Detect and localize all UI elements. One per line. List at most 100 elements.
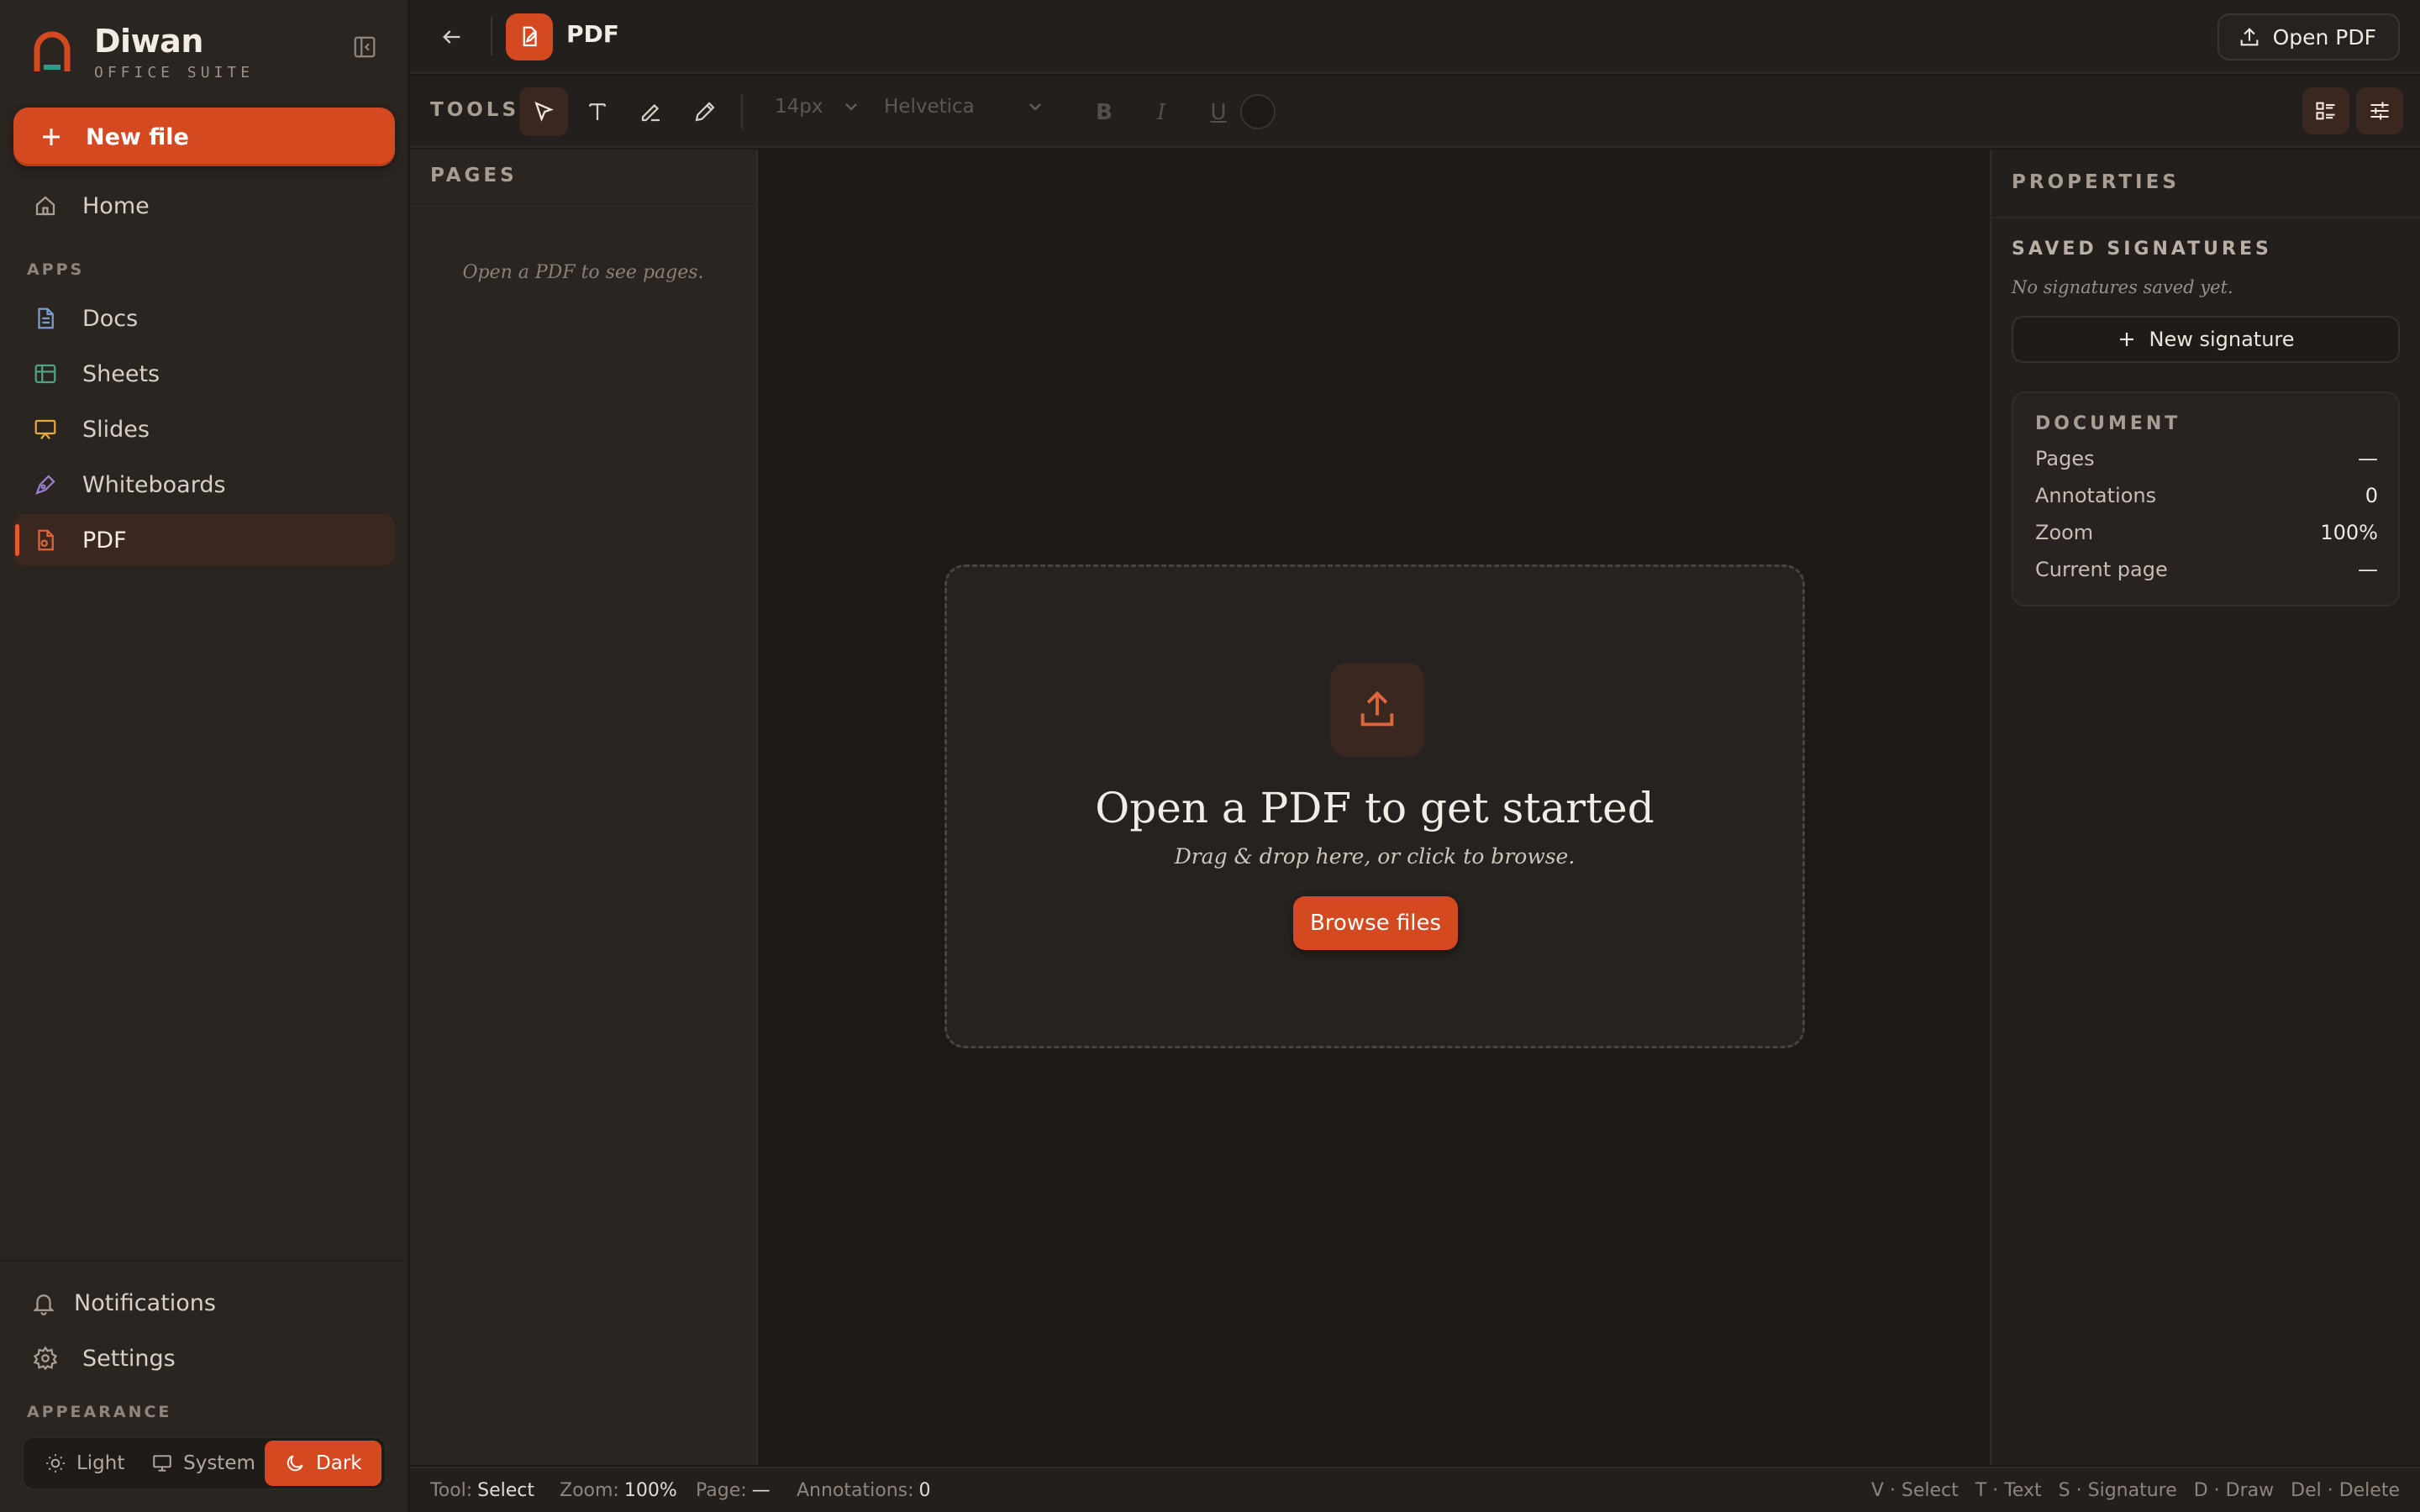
new-signature-label: New signature (2149, 328, 2295, 351)
sidebar-divider (0, 1260, 408, 1262)
list-layout-icon (2316, 102, 2335, 120)
collapse-sidebar-button[interactable] (348, 30, 381, 64)
sidebar-item-label: Home (82, 192, 150, 219)
font-size-select[interactable]: 14px (775, 96, 861, 118)
draw-tool-button[interactable] (681, 87, 729, 136)
sidebar-item-home[interactable]: Home (13, 180, 395, 232)
theme-light-option[interactable]: Light (27, 1441, 142, 1486)
upload-icon (1360, 690, 1394, 727)
new-file-button[interactable]: New file (13, 108, 395, 166)
tools-label: TOOLS (430, 99, 520, 121)
shortcut-signature: S · Signature (2058, 1480, 2177, 1501)
tools-toolbar: TOOLS 14px Helvetica B I U (410, 76, 2420, 148)
status-zoom-value: 100% (623, 1480, 677, 1501)
pdf-file-icon (32, 527, 59, 554)
font-family-select[interactable]: Helvetica (884, 96, 1045, 118)
sidebar-item-label: PDF (82, 527, 127, 554)
status-bar: Tool: Select Zoom: 100% Page: — Annotations… (410, 1467, 2420, 1512)
status-tool-value: Select (477, 1480, 535, 1501)
theme-switch: Light System Dark (22, 1436, 387, 1490)
chevron-down-icon (845, 103, 858, 111)
doc-row-current-page: Current page — (2035, 558, 2378, 581)
bold-button[interactable]: B (1087, 96, 1121, 129)
upload-icon-box (1330, 663, 1424, 757)
cursor-icon (534, 101, 554, 122)
text-tool-button[interactable] (573, 87, 622, 136)
underline-button[interactable]: U (1202, 96, 1235, 129)
open-pdf-button[interactable]: Open PDF (2217, 13, 2400, 60)
pdf-edit-icon (523, 26, 538, 47)
pages-panel-title: PAGES (430, 165, 518, 186)
doc-row-value: — (2358, 558, 2378, 581)
status-annotations: Annotations: 0 (797, 1480, 931, 1501)
shortcut-select: V · Select (1870, 1480, 1959, 1501)
text-color-picker[interactable] (1240, 94, 1276, 129)
signature-pen-icon (641, 103, 660, 122)
brand-name: Diwan (94, 23, 203, 60)
theme-dark-label: Dark (316, 1452, 362, 1474)
doc-row-value: — (2358, 447, 2378, 470)
appearance-section-label: APPEARANCE (27, 1403, 172, 1421)
status-tool: Tool: Select (430, 1480, 534, 1501)
font-family-value: Helvetica (884, 96, 975, 118)
new-signature-button[interactable]: New signature (2012, 316, 2400, 363)
pages-panel: PAGES Open a PDF to see pages. (410, 150, 758, 1465)
status-annotations-value: 0 (918, 1480, 931, 1501)
new-file-label: New file (86, 123, 189, 150)
doc-row-pages: Pages — (2035, 447, 2378, 470)
sidebar-item-label: Notifications (74, 1289, 216, 1316)
sidebar-item-label: Slides (82, 416, 150, 443)
browse-files-button[interactable]: Browse files (1293, 896, 1458, 950)
status-page: Page: — (696, 1480, 771, 1501)
select-tool-button[interactable] (519, 87, 568, 136)
theme-system-option[interactable]: System (142, 1441, 264, 1486)
pdf-canvas: Open a PDF to get started Drag & drop he… (760, 150, 1988, 1465)
italic-button[interactable]: I (1144, 96, 1178, 129)
sidebar: Diwan OFFICE SUITE New file Home APPS Do… (0, 0, 408, 1512)
arrow-left-icon (443, 30, 460, 44)
brand-subtitle: OFFICE SUITE (94, 64, 255, 81)
sidebar-item-label: Whiteboards (82, 471, 226, 498)
pdf-app-badge (506, 13, 553, 60)
sidebar-item-docs[interactable]: Docs (13, 292, 395, 344)
gear-icon (32, 1345, 59, 1372)
sidebar-item-whiteboards[interactable]: Whiteboards (13, 459, 395, 511)
sidebar-item-sheets[interactable]: Sheets (13, 348, 395, 400)
sidebar-item-label: Sheets (82, 360, 160, 387)
document-info-card: DOCUMENT Pages — Annotations 0 Zoom 100%… (2012, 391, 2400, 606)
home-icon (32, 192, 59, 219)
toggle-properties-panel-button[interactable] (2356, 87, 2403, 134)
dropzone-subtitle: Drag & drop here, or click to browse. (1174, 844, 1576, 869)
pen-tool-icon (32, 471, 59, 498)
status-page-label: Page: (696, 1480, 747, 1501)
doc-row-value: 100% (2320, 521, 2378, 544)
sun-icon (46, 1454, 65, 1473)
sidebar-item-pdf[interactable]: PDF (13, 514, 395, 566)
plus-icon (43, 129, 60, 145)
doc-row-label: Annotations (2035, 484, 2157, 507)
pdf-dropzone[interactable]: Open a PDF to get started Drag & drop he… (944, 564, 1805, 1048)
doc-row-label: Zoom (2035, 521, 2094, 544)
properties-divider (1991, 217, 2420, 218)
brand[interactable]: Diwan OFFICE SUITE (32, 24, 254, 81)
theme-light-label: Light (76, 1452, 125, 1474)
pencil-icon (695, 102, 715, 122)
sidebar-item-notifications[interactable]: Notifications (13, 1277, 395, 1329)
signature-tool-button[interactable] (627, 87, 676, 136)
sidebar-item-settings[interactable]: Settings (13, 1332, 395, 1384)
sidebar-item-slides[interactable]: Slides (13, 403, 395, 455)
diwan-logo-icon (34, 31, 71, 71)
doc-row-value: 0 (2365, 484, 2378, 507)
status-tool-label: Tool: (430, 1480, 473, 1501)
doc-row-zoom: Zoom 100% (2035, 521, 2378, 544)
back-button[interactable] (435, 20, 469, 54)
status-annotations-label: Annotations: (797, 1480, 914, 1501)
status-zoom-label: Zoom: (560, 1480, 619, 1501)
toggle-pages-panel-button[interactable] (2302, 87, 2349, 134)
font-size-value: 14px (775, 96, 823, 118)
text-icon (589, 103, 606, 120)
pages-empty-message: Open a PDF to see pages. (462, 262, 704, 283)
upload-icon (2240, 28, 2258, 46)
theme-dark-option[interactable]: Dark (264, 1441, 381, 1486)
bell-icon (30, 1289, 57, 1316)
